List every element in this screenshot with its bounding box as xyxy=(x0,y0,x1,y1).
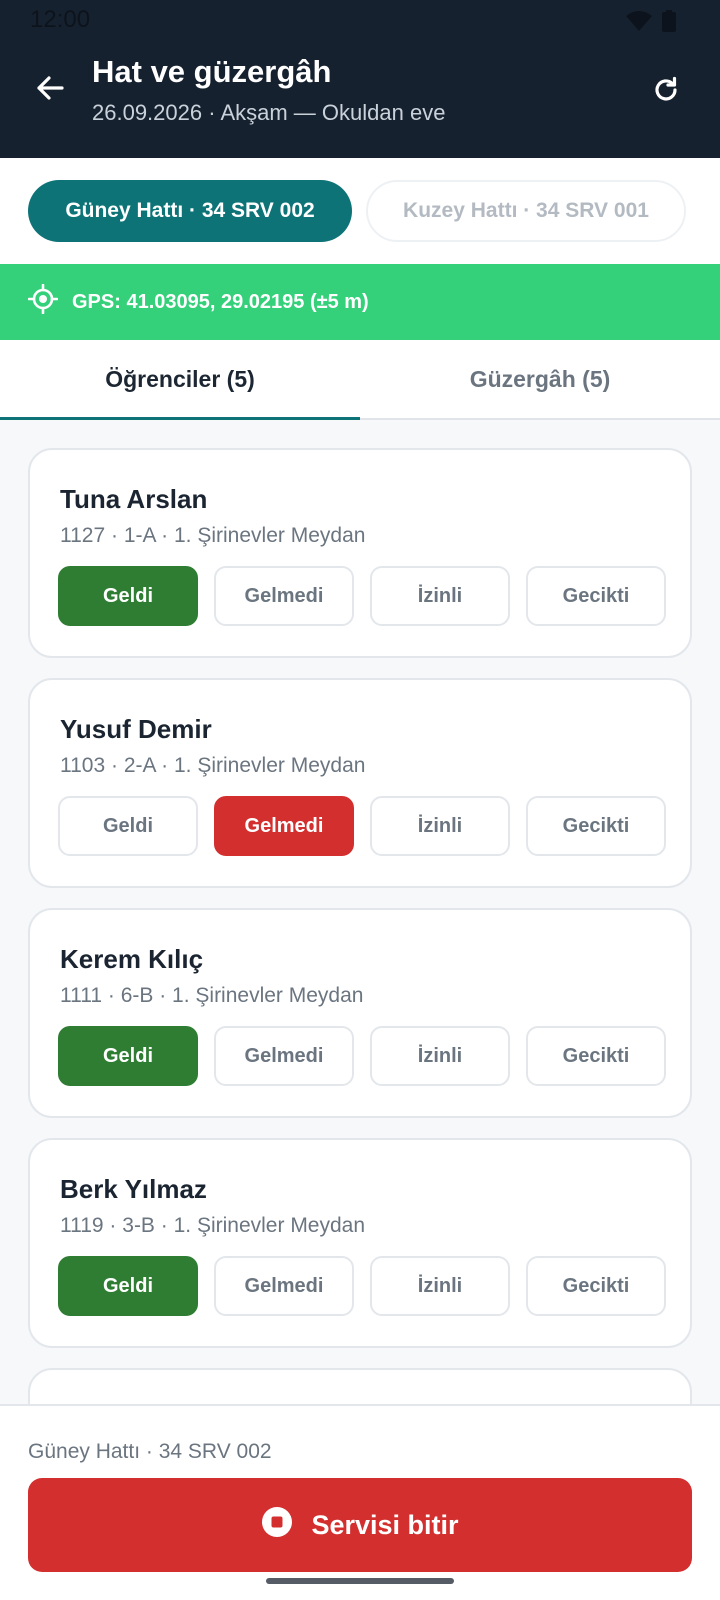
present-button[interactable]: Geldi xyxy=(58,1256,198,1316)
excused-button[interactable]: İzinli xyxy=(370,796,510,856)
present-button[interactable]: Geldi xyxy=(58,566,198,626)
status-icons xyxy=(626,10,676,37)
page-subtitle: 26.09.2026 · Akşam — Okuldan eve xyxy=(92,100,446,125)
refresh-icon xyxy=(651,75,681,110)
student-card: Kerem Kılıç 1111 · 6-B · 1. Şirinevler M… xyxy=(28,908,692,1118)
late-button[interactable]: Gecikti xyxy=(526,1256,666,1316)
student-meta: 1127 · 1-A · 1. Şirinevler Meydan xyxy=(60,524,366,547)
attendance-buttons: Geldi Gelmedi İzinli Gecikti xyxy=(58,566,666,626)
student-card: Tuna Arslan 1127 · 1-A · 1. Şirinevler M… xyxy=(28,448,692,658)
student-list[interactable]: Tuna Arslan 1127 · 1-A · 1. Şirinevler M… xyxy=(0,422,720,1404)
excused-button[interactable]: İzinli xyxy=(370,566,510,626)
app-header: 12:00 Hat ve güzergâh 26.09.2026 · Akşam… xyxy=(0,0,720,158)
absent-button[interactable]: Gelmedi xyxy=(214,796,354,856)
student-meta: 1119 · 3-B · 1. Şirinevler Meydan xyxy=(60,1214,366,1237)
wifi-icon xyxy=(626,11,652,36)
tab-bar: Öğrenciler (5) Güzergâh (5) xyxy=(0,340,720,420)
status-time: 12:00 xyxy=(30,6,91,33)
late-button[interactable]: Gecikti xyxy=(526,566,666,626)
absent-button[interactable]: Gelmedi xyxy=(214,1026,354,1086)
student-card: Berk Yılmaz 1119 · 3-B · 1. Şirinevler M… xyxy=(28,1138,692,1348)
absent-button[interactable]: Gelmedi xyxy=(214,566,354,626)
home-indicator[interactable] xyxy=(266,1578,454,1584)
present-button[interactable]: Geldi xyxy=(58,1026,198,1086)
late-button[interactable]: Gecikti xyxy=(526,1026,666,1086)
attendance-buttons: Geldi Gelmedi İzinli Gecikti xyxy=(58,796,666,856)
back-button[interactable] xyxy=(30,70,70,110)
gps-coordinates: GPS: 41.03095, 29.02195 (±5 m) xyxy=(72,290,369,313)
bottom-action-bar: Güney Hattı · 34 SRV 002 Servisi bitir xyxy=(0,1404,720,1600)
end-service-label: Servisi bitir xyxy=(311,1509,459,1540)
student-name: Tuna Arslan xyxy=(60,484,208,514)
gps-target-icon xyxy=(27,283,59,320)
student-name: Yusuf Demir xyxy=(60,714,212,744)
gps-status-bar: GPS: 41.03095, 29.02195 (±5 m) xyxy=(0,264,720,340)
route-chip-kuzey[interactable]: Kuzey Hattı · 34 SRV 001 xyxy=(366,180,686,242)
excused-button[interactable]: İzinli xyxy=(370,1256,510,1316)
tab-route[interactable]: Güzergâh (5) xyxy=(360,340,720,418)
absent-button[interactable]: Gelmedi xyxy=(214,1256,354,1316)
battery-icon xyxy=(662,10,676,37)
page-title: Hat ve güzergâh xyxy=(92,54,332,89)
attendance-buttons: Geldi Gelmedi İzinli Gecikti xyxy=(58,1026,666,1086)
student-meta: 1103 · 2-A · 1. Şirinevler Meydan xyxy=(60,754,366,777)
excused-button[interactable]: İzinli xyxy=(370,1026,510,1086)
student-card-partial xyxy=(28,1368,692,1404)
late-button[interactable]: Gecikti xyxy=(526,796,666,856)
route-selector: Güney Hattı · 34 SRV 002 Kuzey Hattı · 3… xyxy=(0,158,720,264)
refresh-button[interactable] xyxy=(646,72,686,112)
active-route-label: Güney Hattı · 34 SRV 002 xyxy=(28,1440,272,1463)
attendance-buttons: Geldi Gelmedi İzinli Gecikti xyxy=(58,1256,666,1316)
tab-students[interactable]: Öğrenciler (5) xyxy=(0,340,360,420)
arrow-left-icon xyxy=(34,72,66,109)
end-service-button[interactable]: Servisi bitir xyxy=(28,1478,692,1572)
student-name: Berk Yılmaz xyxy=(60,1174,207,1204)
student-meta: 1111 · 6-B · 1. Şirinevler Meydan xyxy=(60,984,364,1007)
student-name: Kerem Kılıç xyxy=(60,944,204,974)
student-card: Yusuf Demir 1103 · 2-A · 1. Şirinevler M… xyxy=(28,678,692,888)
present-button[interactable]: Geldi xyxy=(58,796,198,856)
route-chip-guney[interactable]: Güney Hattı · 34 SRV 002 xyxy=(28,180,352,242)
stop-icon xyxy=(261,1506,293,1545)
